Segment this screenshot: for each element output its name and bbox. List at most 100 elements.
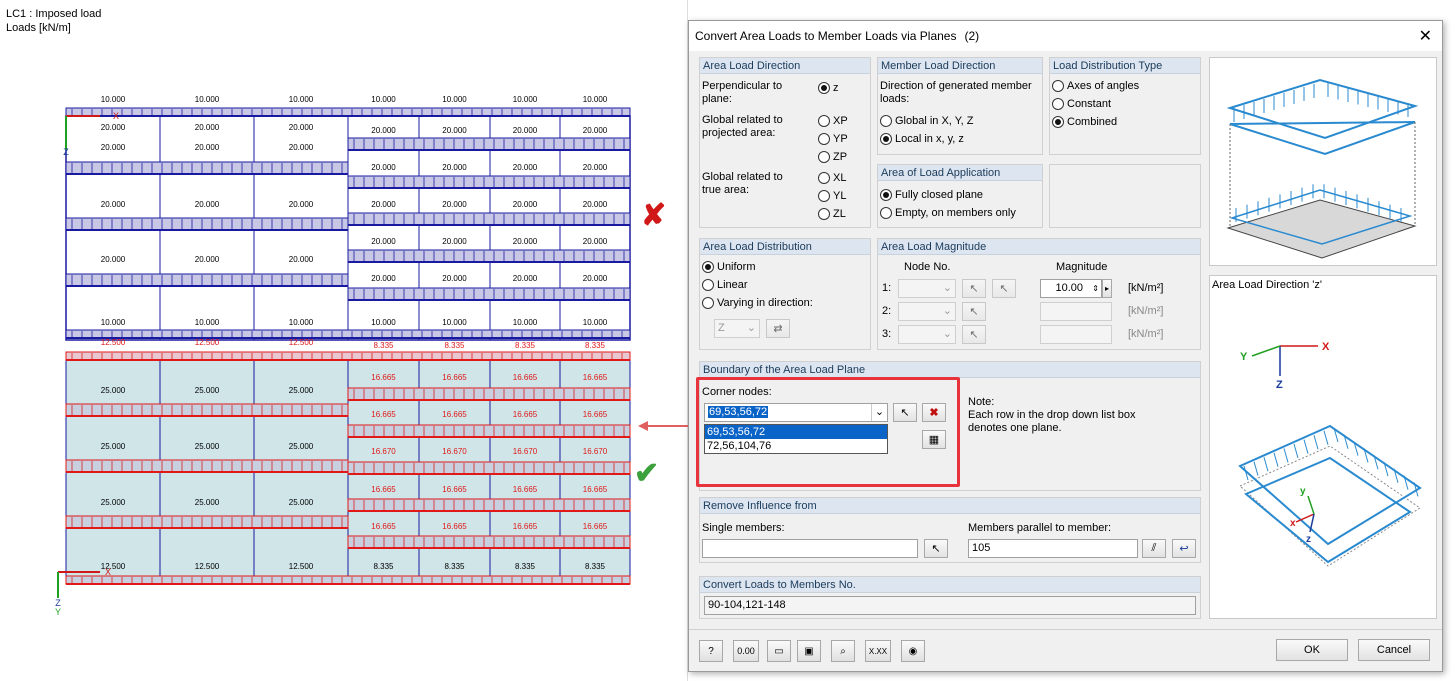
magnitude-2-input[interactable]: [1040, 302, 1112, 321]
top-edge-label: 12.500: [195, 338, 220, 347]
radio-linear[interactable]: Linear: [702, 279, 748, 291]
left-row-band-red: [65, 459, 349, 473]
right-row-band: [347, 287, 631, 301]
bottom-edge-label: 8.335: [373, 562, 394, 571]
left-row-label: 25.000: [289, 386, 314, 395]
open-button[interactable]: ▭: [767, 640, 791, 662]
convert-to-members-input[interactable]: 90-104,121-148: [704, 596, 1196, 615]
top-edge-label: 10.000: [583, 95, 608, 104]
radio-label: Fully closed plane: [895, 189, 984, 201]
magnitude-3-input[interactable]: [1040, 325, 1112, 344]
load-arrow: [1313, 435, 1319, 450]
radio-label: YL: [833, 190, 847, 202]
cancel-button[interactable]: Cancel: [1358, 639, 1430, 661]
view-list-button[interactable]: ⌕: [831, 640, 855, 662]
x-axis-label: X: [105, 567, 111, 577]
left-row-label: 20.000: [101, 123, 126, 132]
radio-label: XL: [833, 172, 847, 184]
radio-label: Linear: [717, 279, 748, 291]
left-row-label: 25.000: [101, 442, 126, 451]
node-1-multi-pick-button[interactable]: ↖: [992, 279, 1016, 298]
node-1-pick-button[interactable]: ↖: [962, 279, 986, 298]
close-icon[interactable]: ✕: [1419, 26, 1432, 46]
magnitude-1-input[interactable]: 10.00 ⇕: [1040, 279, 1102, 298]
radio-label: Varying in direction:: [717, 297, 813, 309]
left-row-label: 20.000: [195, 255, 220, 264]
radio-z[interactable]: z: [818, 82, 839, 94]
radio-label: Axes of angles: [1067, 80, 1140, 92]
pick-single-members-button[interactable]: ↖: [924, 539, 948, 558]
right-row-label: 16.665: [583, 485, 608, 494]
units-button[interactable]: 0.00: [733, 640, 759, 662]
member-load-direction-group: Member Load Direction Direction of gener…: [877, 57, 1043, 155]
apply-parallel-button[interactable]: ↩: [1172, 539, 1196, 558]
row-1-label: 1:: [882, 282, 892, 294]
left-row-label: 20.000: [289, 143, 314, 152]
save-button[interactable]: ▣: [797, 640, 821, 662]
left-row-label: 25.000: [195, 442, 220, 451]
right-row-label: 20.000: [442, 200, 467, 209]
decimals-button[interactable]: X.XX: [865, 640, 891, 662]
pick-icon: ↖: [969, 283, 979, 295]
node-3-pick-button[interactable]: ↖: [962, 325, 986, 344]
radio-global-xyz[interactable]: Global in X, Y, Z: [880, 115, 973, 127]
radio-zl[interactable]: ZL: [818, 208, 846, 220]
y-axis-label: Y: [1240, 351, 1248, 363]
direction-pick-button[interactable]: ⇄: [766, 319, 790, 338]
area-load-distribution-group: Area Load Distribution Uniform Linear Va…: [699, 238, 871, 350]
radio-constant[interactable]: Constant: [1052, 98, 1111, 110]
left-row-label: 20.000: [101, 255, 126, 264]
local-z-label: z: [1306, 534, 1311, 545]
radio-local-xyz[interactable]: Local in x, y, z: [880, 133, 964, 145]
radio-xp[interactable]: XP: [818, 115, 848, 127]
top-edge-label: 8.335: [515, 341, 536, 350]
row-3-label: 3:: [882, 328, 892, 340]
magnitude-header: Magnitude: [1056, 261, 1108, 273]
left-row-band-red: [65, 403, 349, 417]
help-button[interactable]: ?: [699, 640, 723, 662]
radio-varying-direction[interactable]: Varying in direction:: [702, 297, 813, 309]
units-icon: 0.00: [737, 646, 755, 656]
radio-combined[interactable]: Combined: [1052, 116, 1117, 128]
radio-axes-of-angles[interactable]: Axes of angles: [1052, 80, 1139, 92]
chevron-down-icon: ⌄: [942, 305, 952, 317]
radio-xl[interactable]: XL: [818, 172, 846, 184]
radio-label: Local in x, y, z: [895, 133, 964, 145]
single-members-input[interactable]: [702, 539, 918, 558]
top-edge-label: 12.500: [101, 338, 126, 347]
ok-button[interactable]: OK: [1276, 639, 1348, 661]
radio-zp[interactable]: ZP: [818, 151, 847, 163]
top-edge-label: 10.000: [442, 95, 467, 104]
radio-uniform[interactable]: Uniform: [702, 261, 756, 273]
radio-yl[interactable]: YL: [818, 190, 846, 202]
right-row-label: 20.000: [442, 274, 467, 283]
parallel-member-input[interactable]: 105: [968, 539, 1138, 558]
node-2-select[interactable]: ⌄: [898, 302, 956, 321]
local-y-label: y: [1300, 486, 1306, 497]
x-axis-label: X: [113, 111, 119, 121]
left-row-label: 25.000: [289, 442, 314, 451]
chevron-down-icon: ⌄: [942, 282, 952, 294]
model-canvas[interactable]: LC1 : Imposed load Loads [kN/m] 10.000 10…: [0, 0, 688, 681]
convert-area-loads-dialog: Convert Area Loads to Member Loads via P…: [688, 20, 1443, 672]
view-button[interactable]: ◉: [901, 640, 925, 662]
node-2-pick-button[interactable]: ↖: [962, 302, 986, 321]
load-arrow: [1303, 439, 1309, 454]
radio-label: ZP: [833, 151, 848, 163]
left-row-label: 25.000: [101, 386, 126, 395]
right-row-label: 20.000: [583, 237, 608, 246]
node-3-select[interactable]: ⌄: [898, 325, 956, 344]
area-of-load-application-group: Area of Load Application Fully closed pl…: [877, 164, 1043, 228]
node-1-select[interactable]: ⌄: [898, 279, 956, 298]
load-arrow: [1253, 461, 1259, 476]
direction-select[interactable]: Z ⌄: [714, 319, 760, 338]
pick-parallel-member-button[interactable]: ⫽: [1142, 539, 1166, 558]
right-row-label: 20.000: [513, 237, 538, 246]
radio-fully-closed-plane[interactable]: Fully closed plane: [880, 189, 983, 201]
radio-empty-members-only[interactable]: Empty, on members only: [880, 207, 1016, 219]
radio-yp[interactable]: YP: [818, 133, 848, 145]
dialog-title: Convert Area Loads to Member Loads via P…: [695, 29, 957, 43]
left-row-label: 25.000: [195, 498, 220, 507]
spinner-icon[interactable]: ⇕: [1092, 280, 1099, 297]
magnitude-1-arrow-button[interactable]: ▸: [1102, 279, 1112, 298]
